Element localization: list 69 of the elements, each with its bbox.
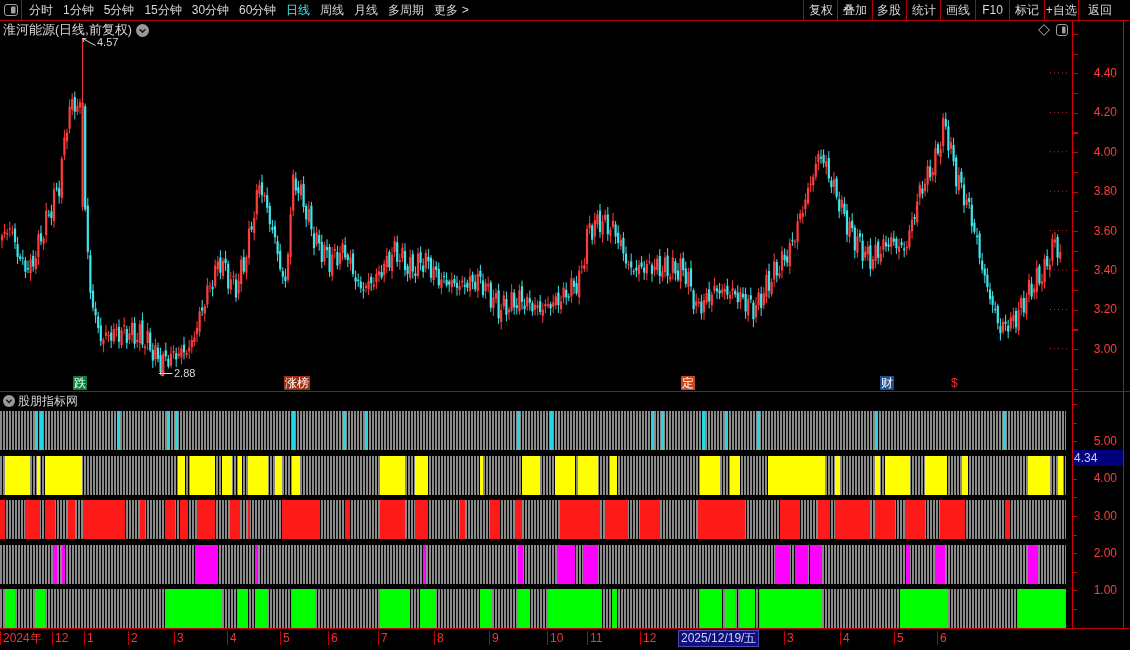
- time-axis-label: 3: [174, 631, 184, 645]
- indicator-axis-label: 1.00: [1093, 583, 1117, 598]
- time-axis-label: 6: [328, 631, 338, 645]
- pointer-arrow-icon: [159, 369, 173, 378]
- time-axis-label: 3: [784, 631, 794, 645]
- time-axis-label: 12: [640, 631, 657, 645]
- dropdown-icon[interactable]: [3, 394, 15, 407]
- period-tab[interactable]: 月线: [353, 1, 380, 19]
- event-tag[interactable]: 定: [681, 376, 695, 390]
- toolbar-button[interactable]: 复权: [802, 0, 838, 20]
- price-axis-label: 3.80: [1093, 184, 1117, 199]
- price-axis-label: 3.60: [1093, 223, 1117, 238]
- period-tab[interactable]: 1分钟: [62, 1, 95, 19]
- price-axis-label: 4.20: [1093, 105, 1117, 120]
- price-axis-label: 3.00: [1093, 341, 1117, 356]
- price-axis-label: 3.40: [1093, 262, 1117, 277]
- period-tab[interactable]: 15分钟: [143, 1, 183, 19]
- time-axis-label: 4: [227, 631, 237, 645]
- period-tab[interactable]: 30分钟: [190, 1, 231, 19]
- period-tab[interactable]: 周线: [319, 1, 346, 19]
- toolbar-button[interactable]: 返回: [1078, 0, 1130, 20]
- indicator-title: 股朋指标网: [18, 393, 78, 408]
- period-tab[interactable]: 分时: [28, 1, 54, 19]
- indicator-axis-label: 3.00: [1093, 508, 1117, 523]
- time-axis-label: 7: [378, 631, 388, 645]
- time-axis-label: 1: [84, 631, 94, 645]
- time-axis-label: 10: [547, 631, 564, 645]
- period-tab[interactable]: 60分钟: [238, 1, 278, 19]
- toolbar-button[interactable]: 统计: [906, 0, 941, 20]
- high-price-label: 4.57: [97, 36, 119, 49]
- event-tag[interactable]: 跌: [73, 376, 87, 390]
- toolbar-button[interactable]: +自选: [1043, 0, 1078, 20]
- indicator-axis-label: 5.00: [1093, 434, 1117, 448]
- time-axis-label: 5: [894, 631, 904, 645]
- time-axis-label: 4: [840, 631, 850, 645]
- time-axis-label: 8: [434, 631, 444, 645]
- toolbar-button[interactable]: F10: [974, 0, 1010, 20]
- period-tab[interactable]: 多周期: [387, 1, 426, 19]
- time-axis-label: 5: [280, 631, 290, 645]
- time-axis-label: 6: [937, 631, 947, 645]
- price-axis-label: 3.20: [1093, 302, 1117, 317]
- time-axis-label: 11: [587, 631, 603, 645]
- low-price-label: 2.88: [174, 367, 196, 380]
- indicator-axis-label: 4.00: [1093, 471, 1117, 486]
- cursor-value-label: 4.34: [1073, 450, 1123, 466]
- time-axis-label: 2: [128, 631, 138, 645]
- event-tag[interactable]: 涨榜: [284, 376, 310, 390]
- time-axis-label: 12: [52, 631, 69, 645]
- panel-toggle-icon: [3, 4, 18, 16]
- price-axis-label: 4.40: [1093, 66, 1117, 80]
- price-axis-label: 4.00: [1093, 144, 1117, 159]
- period-tab[interactable]: 日线: [285, 1, 312, 19]
- toolbar-button[interactable]: 多股: [871, 0, 907, 20]
- dropdown-icon[interactable]: [135, 24, 149, 37]
- cursor-date-label: 2025/12/19/五: [678, 630, 760, 647]
- chart-title: 淮河能源(日线,前复权): [3, 23, 132, 38]
- period-tab[interactable]: 5分钟: [102, 1, 136, 19]
- diamond-icon[interactable]: [1038, 24, 1050, 36]
- toolbar-button[interactable]: 画线: [940, 0, 975, 20]
- time-axis-label: 9: [489, 631, 499, 645]
- toolbar-button[interactable]: 标记: [1009, 0, 1044, 20]
- indicator-axis-label: 2.00: [1093, 545, 1117, 560]
- toolbar-button[interactable]: 叠加: [837, 0, 872, 20]
- time-axis-label: 2024年: [0, 631, 42, 645]
- event-marker[interactable]: $: [950, 376, 959, 390]
- event-tag[interactable]: 财: [880, 376, 894, 390]
- panel-toggle-icon[interactable]: [1056, 24, 1068, 36]
- more-menu-button[interactable]: 更多 >: [433, 1, 470, 19]
- pointer-arrow-icon: [82, 38, 96, 47]
